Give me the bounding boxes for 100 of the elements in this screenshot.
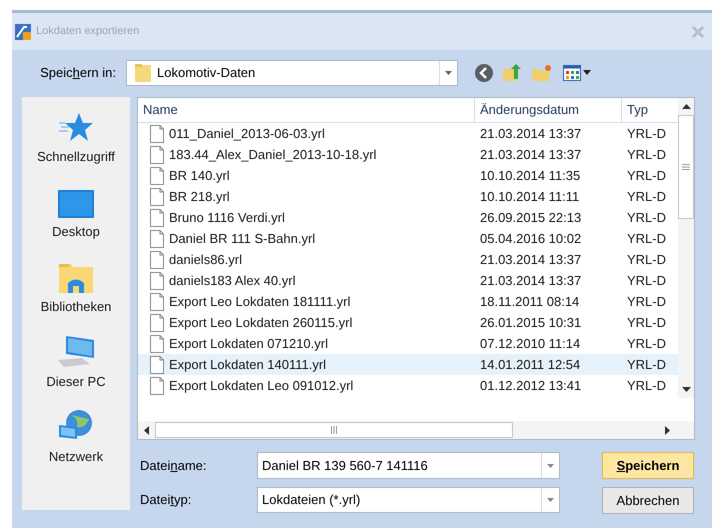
file-type-dropdown[interactable]: Lokdateien (*.yrl) (257, 487, 560, 513)
file-type: YRL-D (626, 356, 668, 374)
folder-dropdown[interactable]: Lokomotiv-Daten (126, 60, 458, 86)
window-title: Lokdaten exportieren (36, 24, 140, 40)
file-name: BR 218.yrl (169, 188, 230, 206)
file-name: BR 140.yrl (169, 166, 230, 185)
file-type: YRL-D (626, 250, 668, 269)
modified-date: 01.12.2012 13:41 (479, 376, 582, 395)
save-button[interactable]: Speichern (602, 452, 694, 479)
modified-date: 26.09.2015 22:13 (479, 208, 582, 227)
scroll-down-icon[interactable] (682, 387, 690, 392)
file-row[interactable]: Bruno 1116 Verdi.yrl 26.09.2015 22:13 YRL-D (138, 207, 678, 228)
folder-icon (135, 64, 151, 82)
file-row[interactable]: daniels86.yrl 21.03.2014 13:37 YRL-D (138, 249, 678, 270)
column-header[interactable]: Name (138, 98, 475, 122)
file-name: Export Lokdaten Leo 091012.yrl (169, 376, 354, 395)
file-type: YRL-D (626, 376, 668, 395)
file-icon (150, 292, 164, 310)
scroll-up-icon[interactable] (682, 104, 690, 109)
file-icon (150, 334, 164, 352)
place-item[interactable]: Schnellzugriff (22, 105, 130, 180)
file-icon (150, 314, 164, 332)
dropdown-caret-icon (445, 70, 452, 74)
back-icon[interactable] (474, 62, 494, 82)
column-header[interactable]: Änderungsdatum (475, 98, 622, 122)
file-name: Export Lokdaten 071210.yrl (169, 334, 328, 353)
scroll-thumb[interactable] (678, 115, 694, 219)
scroll-thumb[interactable] (155, 422, 513, 438)
place-item[interactable]: Bibliotheken (22, 255, 130, 330)
place-item[interactable]: Netzwerk (22, 405, 130, 480)
file-row[interactable]: BR 218.yrl 10.10.2014 11:11 YRL-D (138, 186, 678, 207)
file-type: YRL-D (626, 314, 668, 332)
modified-date: 26.01.2015 10:31 (479, 314, 582, 332)
dropdown-caret-icon (547, 464, 554, 468)
close-icon[interactable] (692, 26, 704, 38)
cancel-button[interactable]: Abbrechen (602, 487, 694, 514)
file-type: YRL-D (626, 334, 668, 353)
dropdown-caret-icon (547, 498, 554, 502)
modified-date: 21.03.2014 13:37 (479, 272, 582, 290)
file-row[interactable]: Export Lokdaten 140111.yrl 14.01.2011 12:54 YRL-D (138, 354, 678, 375)
file-row[interactable]: daniels183 Alex 40.yrl 21.03.2014 13:37 YRL-D (138, 270, 678, 291)
file-type: YRL-D (626, 292, 668, 311)
modified-date: 21.03.2014 13:37 (479, 124, 582, 143)
file-name: Bruno 1116 Verdi.yrl (169, 208, 285, 227)
file-type: YRL-D (626, 188, 668, 206)
file-row[interactable]: Export Leo Lokdaten 181111.yrl 18.11.2011 08:14 YRL-D (138, 291, 678, 312)
file-type: YRL-D (626, 208, 668, 227)
file-row[interactable]: Export Leo Lokdaten 260115.yrl 26.01.2015 10:31 YRL-D (138, 312, 678, 333)
file-type-label: Dateityp: (139, 491, 192, 510)
file-icon (150, 272, 164, 290)
file-name: daniels183 Alex 40.yrl (169, 272, 296, 290)
file-icon (150, 208, 164, 226)
grid-view-icon (563, 64, 581, 80)
file-name: Export Leo Lokdaten 260115.yrl (169, 314, 352, 332)
file-name: Export Leo Lokdaten 181111.yrl (169, 292, 350, 311)
file-row[interactable]: Export Lokdaten Leo 091012.yrl 01.12.2012 13:41 YRL-D (138, 375, 678, 396)
file-row[interactable]: Export Lokdaten 071210.yrl 07.12.2010 11:14 YRL-D (138, 333, 678, 354)
file-icon (150, 166, 164, 184)
modified-date: 05.04.2016 10:02 (479, 230, 582, 248)
vertical-scrollbar[interactable] (678, 98, 694, 398)
scroll-left-icon[interactable] (144, 426, 149, 434)
save-in-label: Speichern in: (39, 64, 117, 82)
file-name: Export Lokdaten 140111.yrl (169, 356, 326, 374)
file-name: 011_Daniel_2013-06-03.yrl (169, 124, 325, 143)
file-type: YRL-D (626, 124, 668, 143)
view-menu-button[interactable] (563, 64, 591, 80)
monitor-icon (58, 190, 94, 218)
modified-date: 07.12.2010 11:14 (479, 334, 582, 353)
file-icon (150, 188, 164, 206)
scroll-right-icon[interactable] (665, 426, 670, 434)
file-type: YRL-D (626, 230, 668, 248)
file-row[interactable]: BR 140.yrl 10.10.2014 11:35 YRL-D (138, 165, 678, 186)
new-folder-icon[interactable] (531, 64, 553, 82)
file-icon (150, 250, 164, 268)
modified-date: 14.01.2011 12:54 (479, 356, 582, 374)
file-icon (150, 356, 164, 374)
column-header[interactable]: Typ (622, 98, 678, 122)
computer-icon (56, 334, 96, 368)
file-name: daniels86.yrl (169, 250, 242, 269)
place-item[interactable]: Desktop (22, 180, 130, 255)
modified-date: 10.10.2014 11:35 (479, 166, 582, 185)
file-row[interactable]: 011_Daniel_2013-06-03.yrl 21.03.2014 13:37 YRL-D (138, 123, 678, 144)
place-item[interactable]: Dieser PC (22, 330, 130, 405)
star-icon (59, 111, 93, 143)
modified-date: 21.03.2014 13:37 (479, 250, 582, 269)
file-icon (150, 124, 164, 142)
folder-up-icon[interactable] (502, 62, 522, 82)
file-row[interactable]: 183.44_Alex_Daniel_2013-10-18.yrl 21.03.2014 13:37 YRL-D (138, 144, 678, 165)
file-name-label: Dateiname: (139, 456, 208, 475)
file-name: 183.44_Alex_Daniel_2013-10-18.yrl (169, 146, 376, 164)
file-type: YRL-D (626, 166, 668, 185)
file-icon (150, 146, 164, 164)
modified-date: 10.10.2014 11:11 (479, 188, 580, 206)
file-name-field[interactable]: Daniel BR 139 560-7 141116 (257, 452, 560, 479)
horizontal-scrollbar[interactable] (138, 421, 694, 439)
file-icon (150, 230, 164, 248)
caret-icon (583, 70, 591, 75)
file-row[interactable]: Daniel BR 111 S-Bahn.yrl 05.04.2016 10:02 YRL-D (138, 228, 678, 249)
file-type: YRL-D (626, 146, 668, 164)
file-type: YRL-D (626, 272, 668, 290)
